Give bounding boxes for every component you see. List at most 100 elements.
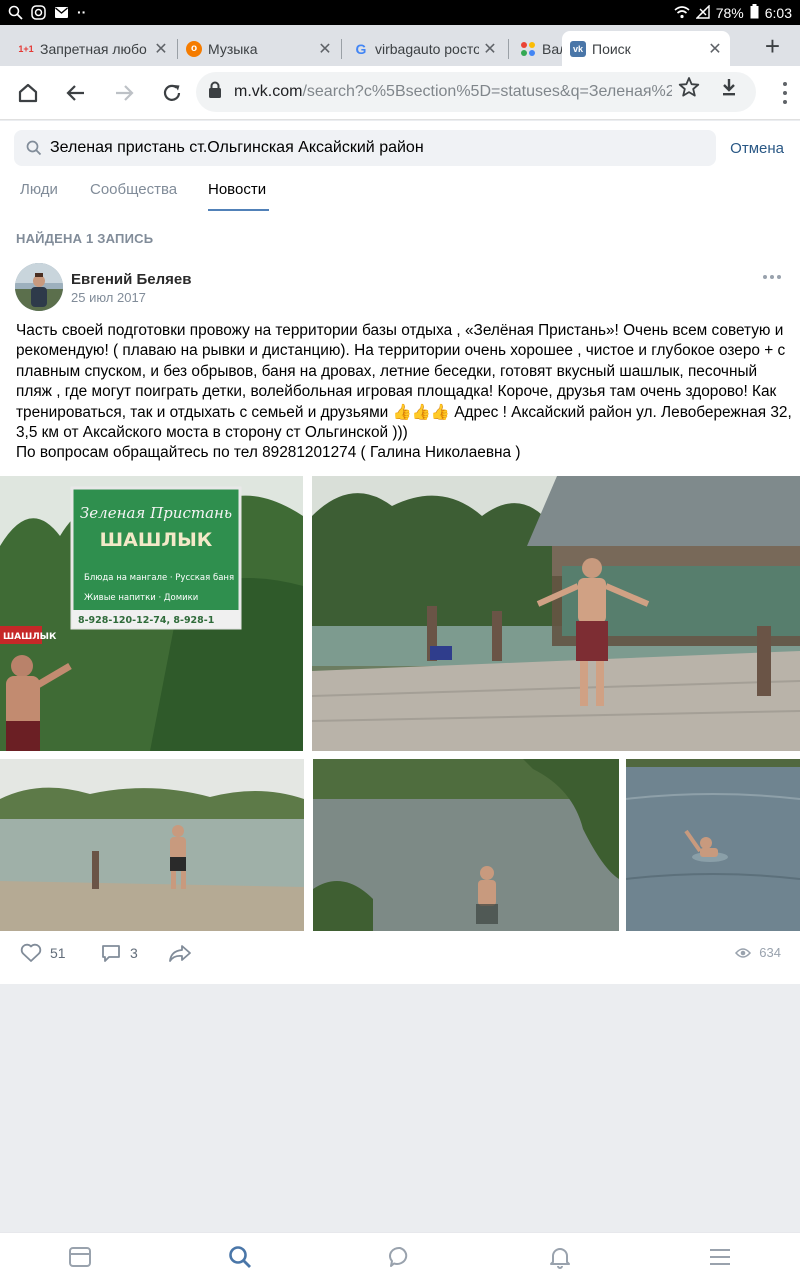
post-photo-swimming[interactable] [626, 759, 800, 931]
tab-people[interactable]: Люди [20, 181, 58, 211]
post-text-line: плавным спуском, и без обрывов, баня на … [16, 362, 758, 380]
bookmark-star-icon[interactable] [678, 76, 700, 98]
sign-line: Живые напитки · Домики [84, 593, 198, 603]
post-text: Часть своей подготовки провожу на террит… [16, 321, 792, 464]
vk-favicon: vk [570, 40, 586, 57]
search-input[interactable]: Зеленая пристань ст.Ольгинская Аксайский… [14, 130, 716, 166]
browser-tab[interactable]: Вал [512, 31, 562, 66]
back-arrow-icon [66, 85, 84, 101]
post-text-line: По вопросам обращайтесь по тел 892812012… [16, 444, 521, 462]
search-query: Зеленая пристань ст.Ольгинская Аксайский… [50, 139, 424, 156]
battery-icon [750, 4, 759, 22]
browser-tab-active[interactable]: vk Поиск ✕ [562, 31, 730, 66]
home-button[interactable] [14, 79, 42, 107]
tab-title: Музыка [208, 40, 258, 57]
post-text-line: Часть своей подготовки провожу на террит… [16, 322, 784, 339]
browser-menu-icon[interactable] [782, 82, 788, 104]
browser-tab[interactable]: о Музыка ✕ [178, 31, 340, 66]
clock: 6:03 [764, 5, 792, 21]
like-count: 51 [50, 945, 66, 961]
post-more-icon[interactable] [763, 275, 781, 279]
nav-news-button[interactable] [68, 1245, 92, 1269]
url-host: m.vk.com [234, 83, 303, 100]
browser-tab[interactable]: 1+1 Запретная любо ✕ [10, 31, 176, 66]
post-text-line: рекомендую! ( плаваю на рывки и дистанци… [16, 342, 786, 360]
post-photo-pier[interactable] [312, 476, 800, 751]
tab-title: Запретная любо [40, 40, 147, 57]
tab-divider [508, 39, 509, 59]
sign-title: Зеленая Пристань [80, 504, 232, 522]
browser-tab-strip: 1+1 Запретная любо ✕ о Музыка ✕ G virbag… [0, 25, 800, 66]
heart-icon [20, 943, 42, 962]
views-counter: 634 [735, 945, 781, 960]
close-tab-icon[interactable]: ✕ [150, 39, 172, 59]
post-actions: 51 3 634 [0, 941, 800, 973]
browser-tab[interactable]: G virbagauto росто ✕ [345, 31, 505, 66]
sign-big-text: ШАШЛЫК [100, 529, 213, 551]
post-text-line: 3,5 км от Аксайского моста в сторону ст … [16, 424, 408, 442]
share-button[interactable] [168, 943, 192, 963]
new-tab-button[interactable]: + [765, 31, 780, 61]
results-count: НАЙДЕНА 1 ЗАПИСЬ [16, 231, 154, 246]
app-favicon-icon [520, 41, 536, 57]
home-icon [18, 83, 38, 103]
wifi-icon [674, 5, 690, 22]
forward-arrow-icon [116, 85, 134, 101]
back-button[interactable] [62, 79, 90, 107]
share-icon [169, 945, 191, 962]
mail-notification-icon [54, 5, 69, 20]
avatar[interactable] [15, 263, 63, 311]
tab-news[interactable]: Новости [208, 181, 269, 211]
tab-title: Поиск [592, 40, 631, 57]
post-photo-lake[interactable] [313, 759, 619, 931]
bell-icon [550, 1248, 570, 1269]
views-count: 634 [759, 945, 781, 960]
sign-line: Блюда на мангале · Русская баня [84, 573, 234, 583]
post-text-line: тренироваться, так и отдыхать с семьей и… [16, 403, 792, 421]
hamburger-menu-icon [710, 1249, 730, 1265]
forward-button[interactable] [110, 79, 138, 107]
close-tab-icon[interactable]: ✕ [479, 39, 501, 59]
close-tab-icon[interactable]: ✕ [314, 39, 336, 59]
tab-favicon: о [186, 40, 202, 57]
nav-search-button[interactable] [228, 1245, 252, 1269]
sign-side: ШАШЛЫК [3, 632, 57, 642]
search-icon [26, 140, 42, 156]
vk-search-page: Зеленая пристань ст.Ольгинская Аксайский… [0, 121, 800, 984]
nav-menu-button[interactable] [708, 1245, 732, 1269]
search-notification-icon [8, 5, 23, 20]
status-bar: ·· 78% 6:03 [0, 0, 800, 25]
eye-icon [735, 947, 752, 958]
url-field[interactable]: m.vk.com/search?c%5Bsection%5D=statuses&… [196, 72, 756, 112]
like-button[interactable]: 51 [20, 943, 66, 963]
tab-title: Вал [542, 40, 562, 57]
post-author[interactable]: Евгений Беляев [71, 271, 191, 288]
battery-percent: 78% [715, 5, 744, 21]
tab-favicon: 1+1 [18, 43, 34, 54]
cancel-button[interactable]: Отмена [730, 140, 784, 157]
more-notifications-icon: ·· [77, 4, 87, 20]
reload-icon [163, 84, 181, 101]
post-photo-sign[interactable]: Зеленая Пристань ШАШЛЫК Блюда на мангале… [0, 476, 303, 751]
post-photo-dock[interactable] [0, 759, 304, 931]
sign-phone: 8-928-120-12-74, 8-928-1 [78, 615, 214, 626]
download-icon[interactable] [718, 76, 740, 98]
google-favicon: G [355, 40, 367, 57]
reload-button[interactable] [158, 79, 186, 107]
nav-messages-button[interactable] [388, 1245, 412, 1269]
close-tab-icon[interactable]: ✕ [704, 39, 726, 59]
comment-button[interactable]: 3 [100, 943, 138, 963]
tab-divider [341, 39, 342, 59]
bottom-navigation [0, 1232, 800, 1280]
instagram-notification-icon [31, 4, 46, 20]
lock-icon [208, 81, 222, 103]
tab-communities[interactable]: Сообщества [90, 181, 177, 211]
post-text-line: пляж , где могут поиграть детки, волейбо… [16, 383, 777, 401]
url-path: /search?c%5Bsection%5D=statuses&q=Зелена… [302, 83, 672, 100]
search-tabs: Люди Сообщества Новости [0, 179, 800, 211]
nav-notifications-button[interactable] [548, 1245, 572, 1269]
comment-icon [102, 945, 120, 962]
address-bar: m.vk.com/search?c%5Bsection%5D=statuses&… [0, 66, 800, 120]
post-date[interactable]: 25 июл 2017 [71, 290, 146, 305]
news-feed-icon [69, 1247, 91, 1267]
